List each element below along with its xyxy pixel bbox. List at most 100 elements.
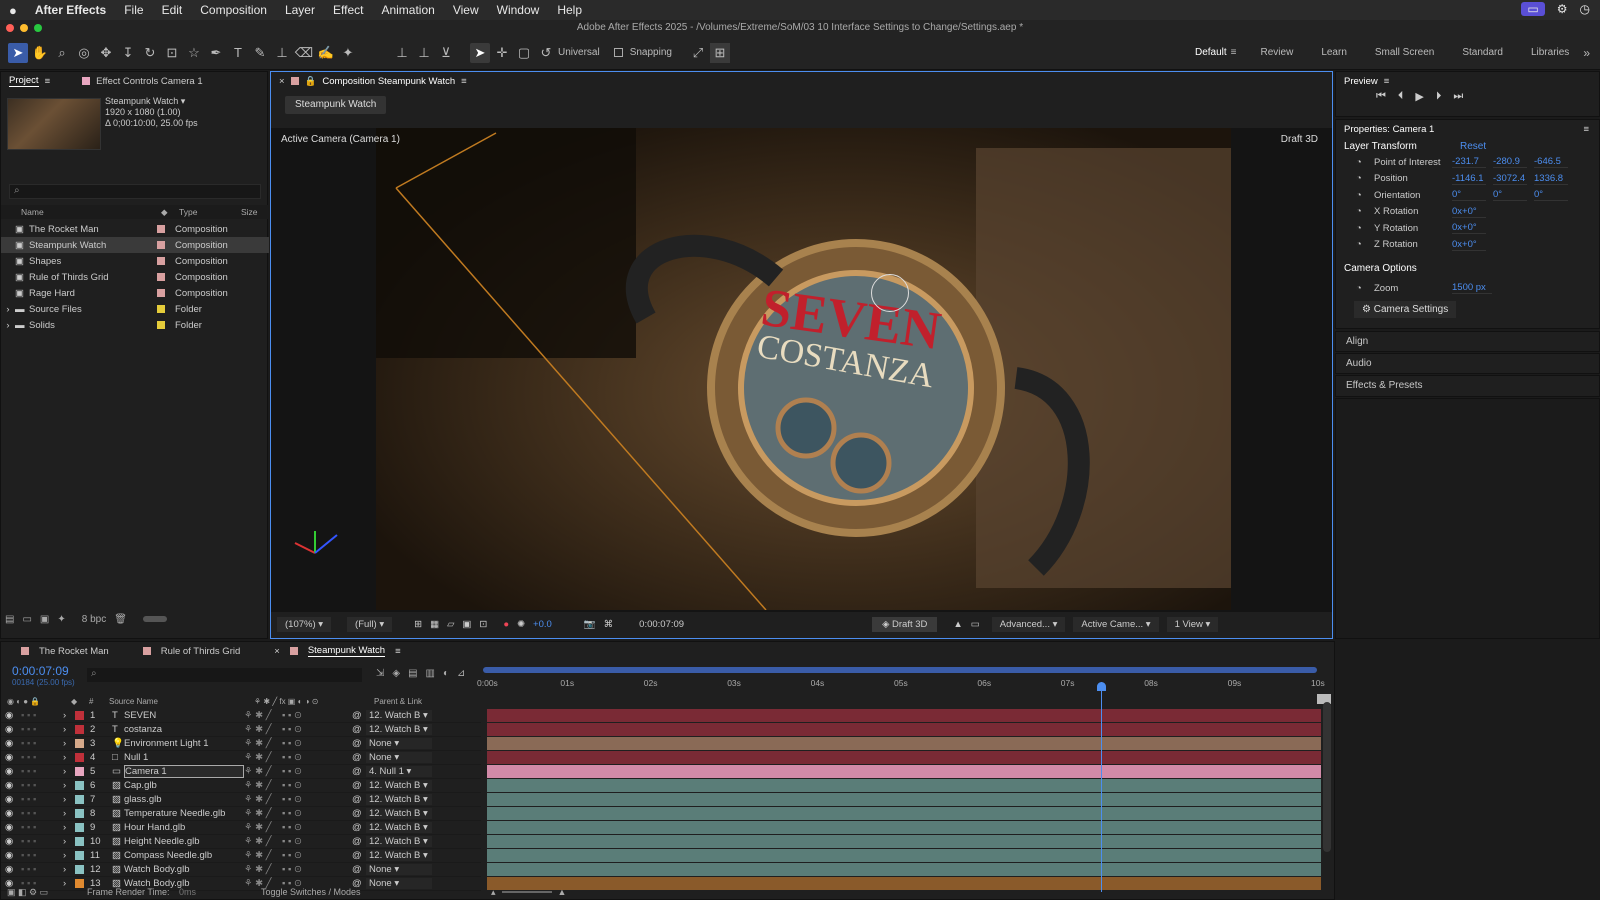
roto-brush-tool-icon[interactable]: ✍: [316, 43, 336, 63]
clock-icon[interactable]: ◷: [1580, 2, 1590, 16]
view-layout-dropdown[interactable]: 1 View ▾: [1166, 616, 1219, 632]
next-frame-icon[interactable]: ⏵: [1436, 90, 1442, 103]
visibility-eye-icon[interactable]: ◉: [5, 724, 21, 735]
current-time[interactable]: 0:00:07:09: [639, 619, 684, 630]
layer-name[interactable]: SEVEN: [124, 710, 244, 721]
layer-duration-bar[interactable]: [487, 751, 1321, 764]
rotate-gizmo-icon[interactable]: ↺: [536, 43, 556, 63]
tab-composition[interactable]: Composition Steampunk Watch: [322, 76, 455, 87]
audio-solo-lock-cells[interactable]: ▪ ▪ ▪: [21, 766, 63, 777]
expand-arrow-icon[interactable]: ›: [63, 724, 75, 735]
property-value[interactable]: 0x+0°: [1452, 222, 1486, 235]
mask-visibility-icon[interactable]: ▱: [447, 619, 454, 630]
layer-duration-bar[interactable]: [487, 765, 1321, 778]
layer-duration-bar[interactable]: [487, 863, 1321, 876]
column-type[interactable]: Type: [179, 207, 241, 217]
layer-name[interactable]: Environment Light 1: [124, 738, 244, 749]
view-axis-icon[interactable]: ⊻: [436, 43, 456, 63]
project-item[interactable]: ▣ Rage Hard Composition: [1, 285, 269, 301]
workspace-review[interactable]: Review: [1247, 47, 1308, 58]
visibility-eye-icon[interactable]: ◉: [5, 808, 21, 819]
visibility-eye-icon[interactable]: ◉: [5, 864, 21, 875]
tab-rule-of-thirds[interactable]: Rule of Thirds Grid: [161, 646, 241, 657]
comp-navigator-tab[interactable]: Steampunk Watch: [285, 96, 387, 114]
parent-dropdown[interactable]: 12. Watch B ▾: [366, 822, 432, 833]
expand-arrow-icon[interactable]: ›: [63, 780, 75, 791]
layer-label-swatch[interactable]: [75, 823, 84, 832]
layer-row[interactable]: ◉ ▪ ▪ ▪ › 10 ▨ Height Needle.glb ⚘ ✱ ╱ ▪…: [1, 835, 481, 849]
layer-duration-bar[interactable]: [487, 793, 1321, 806]
pickwhip-icon[interactable]: @: [352, 822, 366, 833]
visibility-eye-icon[interactable]: ◉: [5, 794, 21, 805]
property-value[interactable]: 0°: [1452, 189, 1486, 202]
property-value[interactable]: -280.9: [1493, 156, 1527, 169]
expand-arrow-icon[interactable]: ›: [63, 822, 75, 833]
expand-arrow-icon[interactable]: ›: [63, 766, 75, 777]
menu-help[interactable]: Help: [548, 3, 591, 17]
switches-header-icons[interactable]: ⚘ ✱ ╱ fx ▣ ◐ ◑ ⊙: [254, 697, 374, 706]
orbit-tool-icon[interactable]: ◎: [74, 43, 94, 63]
zoom-dropdown[interactable]: (107%) ▾: [277, 616, 332, 632]
pen-tool-icon[interactable]: ✒: [206, 43, 226, 63]
parent-dropdown[interactable]: None ▾: [366, 752, 432, 763]
workspace-libraries[interactable]: Libraries: [1517, 47, 1583, 58]
workspace-learn[interactable]: Learn: [1307, 47, 1361, 58]
audio-solo-lock-cells[interactable]: ▪ ▪ ▪: [21, 850, 63, 861]
bpc-toggle[interactable]: 8 bpc: [82, 614, 106, 625]
pickwhip-icon[interactable]: @: [352, 864, 366, 875]
project-item[interactable]: › ▬ Source Files Folder: [1, 301, 269, 317]
puppet-tool-icon[interactable]: ✦: [338, 43, 358, 63]
layer-switches[interactable]: ⚘ ✱ ╱ ▪ ▪ ⊙: [244, 710, 352, 721]
pickwhip-icon[interactable]: @: [352, 752, 366, 763]
region-interest-icon[interactable]: ▣: [462, 619, 471, 630]
label-swatch[interactable]: [157, 321, 165, 329]
timeline-menu-icon[interactable]: ≡: [395, 646, 401, 657]
zoom-value[interactable]: 1500 px: [1452, 282, 1492, 295]
visibility-eye-icon[interactable]: ◉: [5, 752, 21, 763]
rotate-tool-icon[interactable]: ↻: [140, 43, 160, 63]
layer-row[interactable]: ◉ ▪ ▪ ▪ › 4 □ Null 1 ⚘ ✱ ╱ ▪ ▪ ⊙ @ None …: [1, 751, 481, 765]
layer-row[interactable]: ◉ ▪ ▪ ▪ › 12 ▨ Watch Body.glb ⚘ ✱ ╱ ▪ ▪ …: [1, 863, 481, 877]
reset-link[interactable]: Reset: [1460, 141, 1486, 152]
layer-row[interactable]: ◉ ▪ ▪ ▪ › 1 T SEVEN ⚘ ✱ ╱ ▪ ▪ ⊙ @ 12. Wa…: [1, 709, 481, 723]
av-features-icons[interactable]: ◉ ◐ ● 🔒: [7, 697, 71, 706]
visibility-eye-icon[interactable]: ◉: [5, 850, 21, 861]
audio-panel[interactable]: Audio: [1335, 353, 1600, 374]
expand-arrow-icon[interactable]: ›: [1, 304, 15, 315]
property-value[interactable]: 1336.8: [1534, 173, 1568, 185]
exposure-reset-icon[interactable]: ✺: [517, 619, 525, 630]
preview-menu-icon[interactable]: ≡: [1384, 76, 1390, 87]
apple-menu-icon[interactable]: ●: [0, 3, 26, 18]
layer-switches[interactable]: ⚘ ✱ ╱ ▪ ▪ ⊙: [244, 752, 352, 763]
layer-duration-bar[interactable]: [487, 709, 1321, 722]
menu-animation[interactable]: Animation: [372, 3, 443, 17]
menu-layer[interactable]: Layer: [276, 3, 324, 17]
composition-viewer[interactable]: Active Camera (Camera 1) Draft 3D SEVEN …: [271, 128, 1332, 612]
zoom-window-button[interactable]: [34, 24, 42, 32]
clone-stamp-tool-icon[interactable]: ⊥: [272, 43, 292, 63]
pan-tool-icon[interactable]: ✥: [96, 43, 116, 63]
stopwatch-icon[interactable]: ◔: [1356, 283, 1374, 294]
layer-switches[interactable]: ⚘ ✱ ╱ ▪ ▪ ⊙: [244, 808, 352, 819]
eraser-tool-icon[interactable]: ⌫: [294, 43, 314, 63]
parent-dropdown[interactable]: 12. Watch B ▾: [366, 780, 432, 791]
project-item[interactable]: ▣ The Rocket Man Composition: [1, 221, 269, 237]
draft-3d-toggle[interactable]: ◈ Draft 3D: [872, 616, 938, 632]
column-name[interactable]: Name: [21, 207, 161, 217]
layer-name[interactable]: Null 1: [124, 752, 244, 763]
layer-label-swatch[interactable]: [75, 795, 84, 804]
3d-ground-plane-icon[interactable]: ▲: [953, 619, 962, 630]
last-frame-icon[interactable]: ⏭: [1453, 90, 1463, 103]
renderer-dropdown[interactable]: Advanced... ▾: [991, 616, 1066, 632]
frame-blending-icon[interactable]: ▥: [426, 668, 435, 679]
layer-duration-bar[interactable]: [487, 849, 1321, 862]
layer-duration-bar[interactable]: [487, 737, 1321, 750]
dolly-tool-icon[interactable]: ↧: [118, 43, 138, 63]
world-axis-icon[interactable]: ⊥: [414, 43, 434, 63]
exposure-value[interactable]: +0.0: [533, 619, 552, 630]
label-column-icon[interactable]: ◆: [161, 207, 179, 218]
visibility-eye-icon[interactable]: ◉: [5, 710, 21, 721]
layer-name[interactable]: costanza: [124, 724, 244, 735]
trash-icon[interactable]: 🗑: [114, 614, 127, 625]
layer-duration-bar[interactable]: [487, 723, 1321, 736]
